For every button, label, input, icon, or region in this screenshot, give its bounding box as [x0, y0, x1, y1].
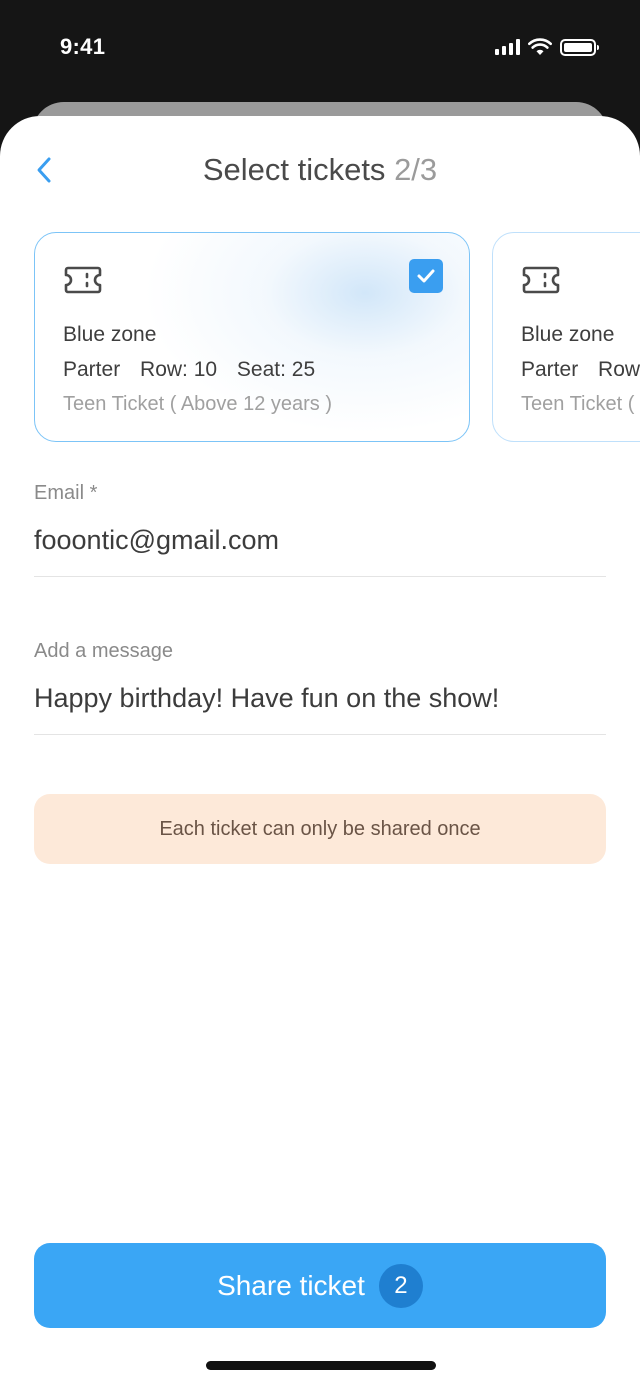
tickets-carousel[interactable]: Blue zone Parter Row: 10 Seat: 25 Teen T…	[34, 232, 640, 444]
share-ticket-button[interactable]: Share ticket 2	[34, 1243, 606, 1328]
header: Select tickets 2/3	[0, 116, 640, 226]
page-title-text: Select tickets	[202, 152, 386, 187]
message-input[interactable]: Happy birthday! Have fun on the show!	[34, 683, 606, 735]
ticket-count-badge: 2	[378, 1263, 423, 1308]
message-label: Add a message	[34, 640, 173, 662]
cellular-signal-icon	[495, 39, 520, 55]
ticket-type: Teen Ticket ( Above 12 years )	[63, 393, 333, 415]
checkmark-icon	[417, 269, 435, 283]
ticket-area: Parter	[521, 358, 579, 381]
ticket-seat-info: Parter Row: 10 Seat: 25	[63, 358, 329, 382]
status-time: 9:41	[60, 34, 106, 59]
wifi-icon	[528, 38, 552, 55]
step-indicator: 2/3	[394, 152, 438, 187]
modal-sheet: Select tickets 2/3 Blue zone Parter Row:…	[0, 116, 640, 1388]
ticket-checkbox[interactable]	[409, 259, 443, 293]
ticket-card[interactable]: Blue zone Parter Row: 10 Seat: 25 Teen T…	[34, 232, 470, 442]
ticket-seat: Seat: 25	[236, 358, 316, 381]
status-icons	[495, 38, 599, 56]
email-label: Email *	[34, 482, 98, 504]
ticket-icon	[64, 266, 102, 294]
ticket-card[interactable]: Blue zone Parter Row: Teen Ticket (	[492, 232, 640, 442]
ticket-type: Teen Ticket (	[521, 393, 635, 415]
email-field[interactable]: Email * fooontic@gmail.com	[34, 482, 606, 577]
ticket-area: Parter	[63, 358, 121, 381]
ticket-row: Row:	[598, 358, 640, 381]
share-notice: Each ticket can only be shared once	[34, 794, 606, 864]
battery-icon	[560, 38, 599, 56]
ticket-zone: Blue zone	[63, 323, 157, 346]
page-title: Select tickets 2/3	[0, 152, 640, 188]
ticket-icon	[522, 266, 560, 294]
ticket-row: Row: 10	[140, 358, 218, 381]
share-ticket-label: Share ticket	[217, 1269, 365, 1301]
ticket-zone: Blue zone	[521, 323, 615, 346]
status-bar: 9:41	[0, 0, 640, 100]
home-indicator	[206, 1361, 436, 1370]
message-field[interactable]: Add a message Happy birthday! Have fun o…	[34, 640, 606, 735]
ticket-seat-info: Parter Row:	[521, 358, 640, 382]
email-input[interactable]: fooontic@gmail.com	[34, 525, 606, 577]
